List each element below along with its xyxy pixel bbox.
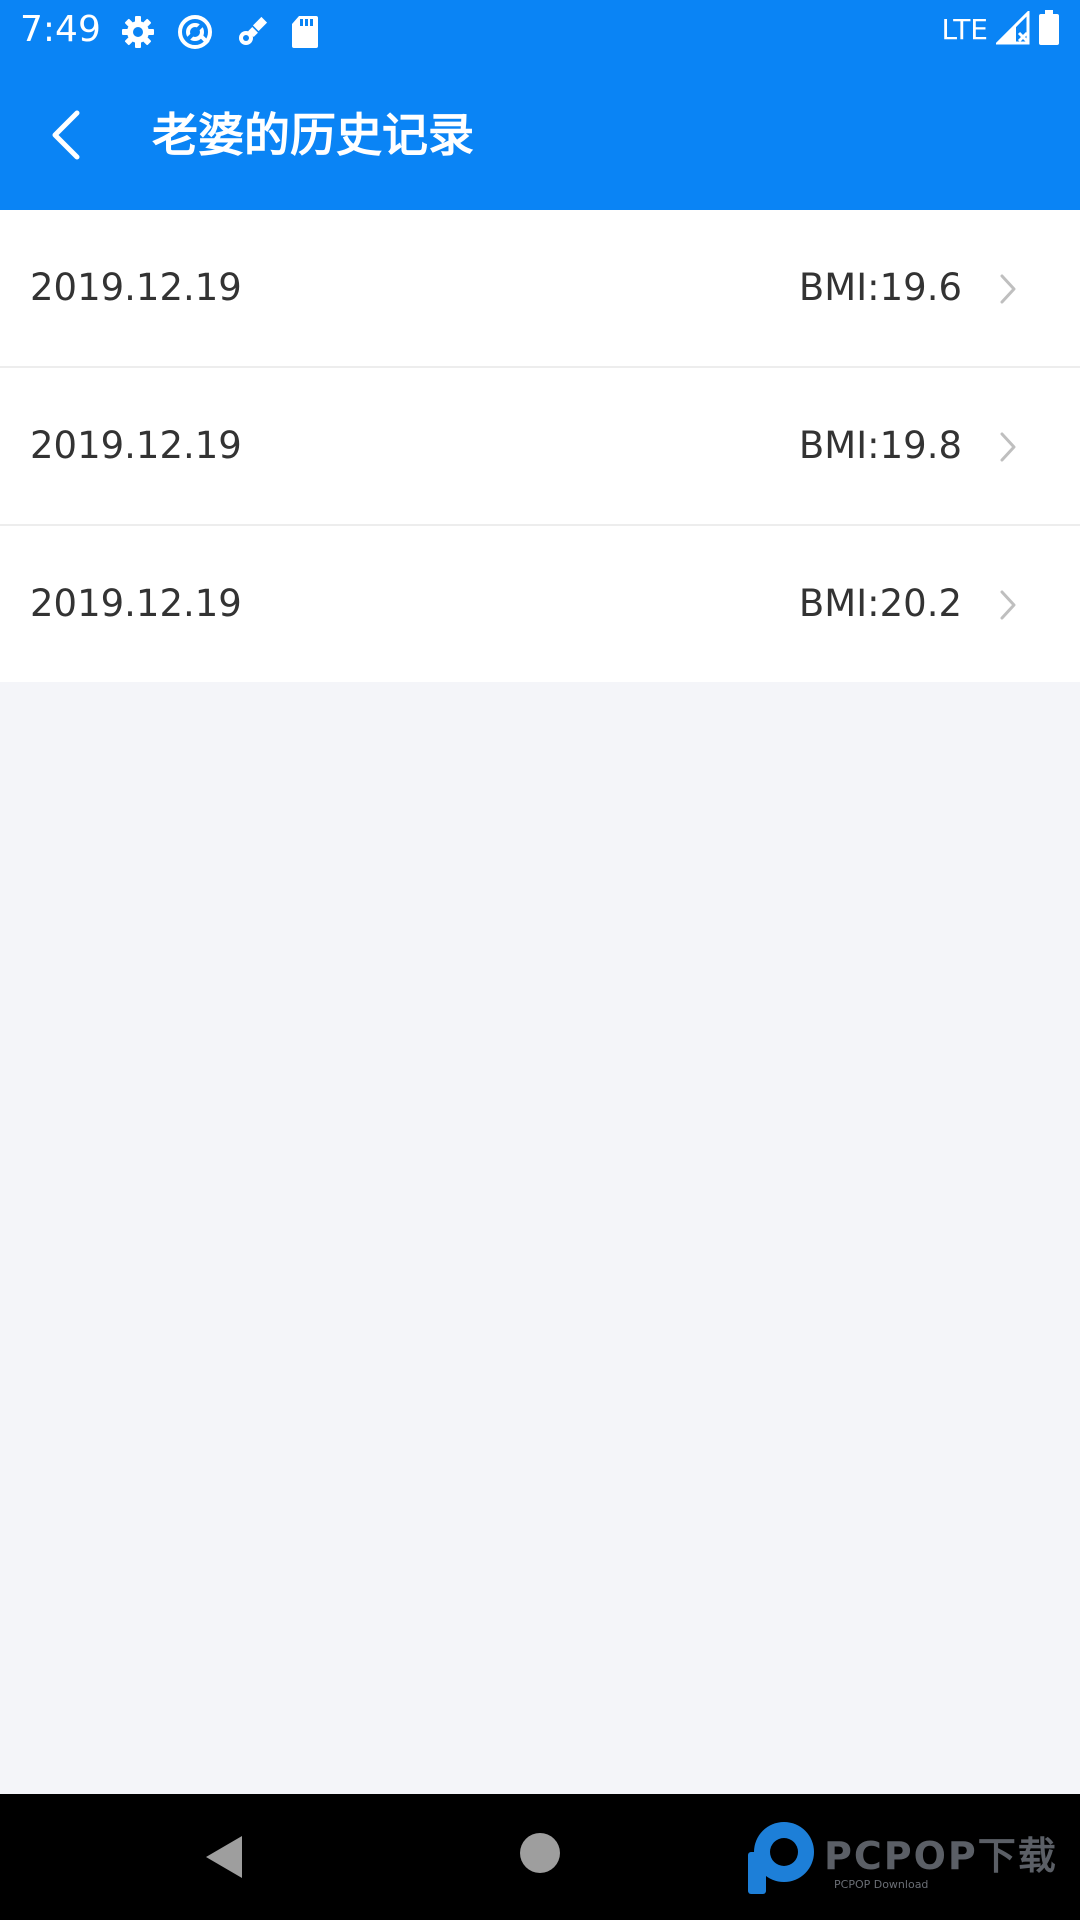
record-bmi: BMI:20.2 [798, 582, 962, 625]
battery-icon [1038, 10, 1060, 50]
status-right: LTE [941, 8, 1060, 52]
signal-icon [994, 9, 1030, 49]
status-bar: 7:49 LTE [0, 0, 1080, 60]
network-type: LTE [941, 13, 988, 46]
list-item[interactable]: 2019.12.19 BMI:20.2 [0, 526, 1080, 682]
watermark: PCPOP下载 PCPOP Download [744, 1818, 1070, 1898]
record-bmi: BMI:19.6 [798, 266, 962, 309]
watermark-logo-icon [748, 1822, 814, 1894]
record-bmi: BMI:19.8 [798, 424, 962, 467]
chevron-right-icon [1000, 590, 1016, 620]
status-icons-left [120, 10, 320, 54]
watermark-text: PCPOP下载 [824, 1834, 1058, 1878]
back-triangle-icon[interactable] [200, 1832, 250, 1882]
record-date: 2019.12.19 [30, 266, 242, 309]
home-circle-icon[interactable] [520, 1833, 560, 1873]
page-title: 老婆的历史记录 [152, 108, 474, 162]
sync-icon [176, 13, 214, 51]
history-list: 2019.12.19 BMI:19.6 2019.12.19 BMI:19.8 … [0, 210, 1080, 682]
chevron-right-icon [1000, 274, 1016, 304]
list-item[interactable]: 2019.12.19 BMI:19.6 [0, 210, 1080, 368]
record-date: 2019.12.19 [30, 424, 242, 467]
watermark-subtext: PCPOP Download [834, 1878, 929, 1891]
back-button[interactable] [30, 100, 100, 170]
list-item[interactable]: 2019.12.19 BMI:19.8 [0, 368, 1080, 526]
record-date: 2019.12.19 [30, 582, 242, 625]
status-time: 7:49 [20, 9, 101, 50]
sd-card-icon [290, 14, 320, 50]
app-bar: 老婆的历史记录 [0, 60, 1080, 210]
chevron-right-icon [1000, 432, 1016, 462]
satellite-icon [234, 14, 270, 50]
chevron-left-icon [52, 110, 80, 160]
settings-icon [120, 14, 156, 50]
